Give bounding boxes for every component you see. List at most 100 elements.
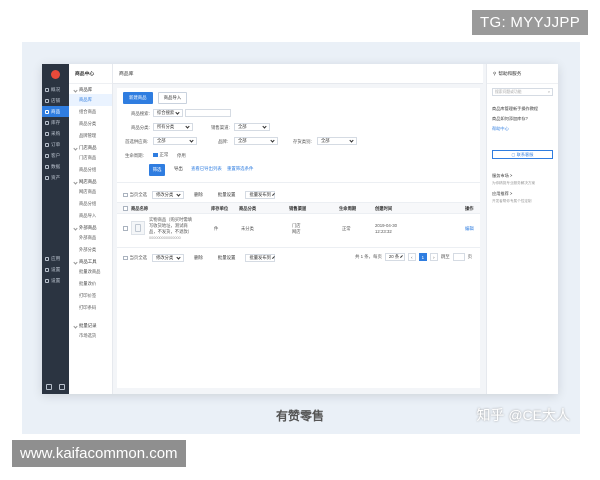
nav-inventory[interactable]: 库存 (42, 117, 69, 128)
batch-set-button-bottom[interactable]: 批量设置 (212, 253, 241, 263)
select-page-checkbox-bottom[interactable]: 当页全选 (123, 255, 147, 261)
tag-icon (45, 109, 49, 114)
channel-select[interactable]: 全部 (234, 123, 270, 131)
watermark-bottom-left: www.kaifacommon.com (12, 440, 186, 467)
col-product-name[interactable]: 商品名称 (131, 206, 148, 212)
nav-orders[interactable]: 订单 (42, 139, 69, 150)
nav-group[interactable]: 外部商品 (69, 222, 112, 232)
delete-button-bottom[interactable]: 删除 (189, 253, 208, 263)
modify-category-select-bottom[interactable]: 修改分类 (152, 254, 185, 262)
next-page-button[interactable]: › (429, 253, 438, 261)
help-link[interactable]: 商品如何添加库存? (487, 114, 558, 124)
nav-settings-2[interactable]: 设置 (42, 275, 69, 286)
delete-button[interactable]: 删除 (189, 190, 208, 200)
secondary-nav-title: 商品中心 (69, 64, 112, 84)
select-page-checkbox[interactable]: 当页全选 (123, 192, 147, 198)
sub-item-external-products[interactable]: 外部商品 (69, 232, 112, 244)
product-thumbnail (131, 221, 145, 235)
sub-item-online-products[interactable]: 网店商品 (69, 186, 112, 198)
batch-set-button[interactable]: 批量设置 (212, 190, 241, 200)
page-1-button[interactable]: 1 (418, 253, 427, 261)
sub-item-categories[interactable]: 商品分类 (69, 118, 112, 130)
row-channel: 门店 网店 (292, 223, 301, 234)
sub-item-brands[interactable]: 品牌管理 (69, 130, 112, 142)
edit-link[interactable]: 编辑 (465, 226, 474, 232)
sub-item-external-categories[interactable]: 外部分类 (69, 244, 112, 256)
help-search-input[interactable]: 搜索问题或功能 ⌕ (492, 88, 553, 96)
supplier-select[interactable]: 全部 (153, 137, 197, 145)
nav-settings[interactable]: 设置 (42, 264, 69, 275)
checkbox-checked-icon (153, 152, 158, 158)
app-window: 概况 店铺 商品 库存 采购 订单 客户 数据 资产 应用 设置 设置 商品中心… (42, 64, 558, 394)
message-icon[interactable] (59, 384, 66, 390)
batch-publish-select-bottom[interactable]: 批量发布到 (245, 254, 276, 262)
user-icon (45, 153, 49, 158)
nav-group[interactable]: 商品库 (69, 84, 112, 94)
app-recommend-link[interactable]: 应用推荐 > (487, 189, 558, 199)
sub-item-store-products[interactable]: 门店商品 (69, 152, 112, 164)
chart-icon (45, 164, 49, 169)
sub-item-online-groups[interactable]: 商品分组 (69, 198, 112, 210)
sub-item-store-groups[interactable]: 商品分组 (69, 164, 112, 176)
col-unit: 库存单位 (211, 206, 229, 211)
nav-group[interactable]: 门店商品 (69, 142, 112, 152)
search-type-select[interactable]: 综合搜索 (153, 109, 183, 117)
contact-support-button[interactable]: ▢ 联系客服 (492, 150, 553, 159)
nav-purchase[interactable]: 采购 (42, 128, 69, 139)
new-product-button[interactable]: 新建商品 (123, 92, 153, 104)
nav-apps[interactable]: 应用 (42, 253, 69, 264)
lifecycle-disabled-option[interactable]: 停用 (177, 153, 186, 159)
sub-item-print-barcodes[interactable]: 打印条码 (69, 302, 112, 314)
sub-item-combo-products[interactable]: 组合商品 (69, 106, 112, 118)
lifecycle-normal-checkbox[interactable]: 正常 (153, 152, 168, 158)
nav-customers[interactable]: 客户 (42, 150, 69, 161)
secondary-nav: 商品中心 商品库 商品库 组合商品 商品分类 品牌管理 门店商品 门店商品 商品… (69, 64, 113, 394)
sub-item-product-library[interactable]: 商品库 (69, 94, 112, 106)
sub-item-market[interactable]: 市场选货 (69, 330, 112, 342)
col-created[interactable]: 创建时间 (375, 206, 392, 212)
search-input[interactable] (185, 109, 231, 117)
nav-group[interactable]: 网店商品 (69, 176, 112, 186)
nav-group[interactable]: 商品工具 (69, 256, 112, 266)
category-select[interactable]: 所有分类 (153, 123, 193, 131)
prev-page-button[interactable]: ‹ (407, 253, 416, 261)
modify-category-select[interactable]: 修改分类 (152, 191, 185, 199)
service-market-link[interactable]: 服务市场 > (487, 171, 558, 181)
batch-publish-select[interactable]: 批量发布到 (245, 191, 276, 199)
sub-item-print-price-tags[interactable]: 打印价签 (69, 290, 112, 302)
filter-button[interactable]: 筛选 (149, 164, 165, 176)
brand-select[interactable]: 全部 (234, 137, 278, 145)
page-size-select[interactable]: 20 条 (384, 253, 405, 261)
import-product-button[interactable]: 商品导入 (157, 92, 188, 104)
bulk-actions-bottom: 当页全选 修改分类 删除 批量设置 批量发布到 (123, 253, 276, 263)
page-unit-label: 页 (467, 254, 473, 259)
row-unit: 件 (214, 226, 219, 231)
reset-filters-link[interactable]: 重置筛选条件 (227, 166, 253, 172)
product-name[interactable]: 实物商品（购买时需填 写收货地址，测试商 品，不发货，不退款） 00000000… (149, 217, 192, 241)
nav-group[interactable]: 批量记录 (69, 320, 112, 330)
store-icon (45, 98, 49, 103)
export-button[interactable]: 导出 (174, 166, 183, 172)
box-icon (45, 120, 49, 125)
app-recommend-desc: 开发者帮你专属个性定制 (492, 199, 532, 203)
search-icon[interactable] (45, 384, 52, 390)
sub-item-batch-price[interactable]: 批量改价 (69, 278, 112, 290)
sub-item-batch-edit[interactable]: 批量改商品 (69, 266, 112, 278)
nav-overview[interactable]: 概况 (42, 84, 69, 95)
jump-page-input[interactable] (452, 253, 465, 261)
view-exports-link[interactable]: 查看已导出列表 (191, 166, 222, 172)
nav-products[interactable]: 商品 (42, 106, 69, 117)
col-lifecycle[interactable]: 生命周期 (339, 206, 356, 212)
app-logo (42, 64, 69, 84)
nav-assets[interactable]: 资产 (42, 172, 69, 183)
sub-item-product-import[interactable]: 商品导入 (69, 210, 112, 222)
help-link[interactable]: 商品库管理新手操作教程 (487, 104, 558, 114)
help-center-link[interactable]: 帮助中心 (487, 124, 558, 134)
nav-store[interactable]: 店铺 (42, 95, 69, 106)
watermark-top-right: TG: MYYJJPP (472, 10, 588, 35)
overview-icon (45, 87, 49, 92)
nav-data[interactable]: 数据 (42, 161, 69, 172)
select-all-checkbox[interactable] (123, 206, 128, 211)
stock-type-select[interactable]: 全部 (317, 137, 357, 145)
row-checkbox[interactable] (123, 226, 128, 231)
